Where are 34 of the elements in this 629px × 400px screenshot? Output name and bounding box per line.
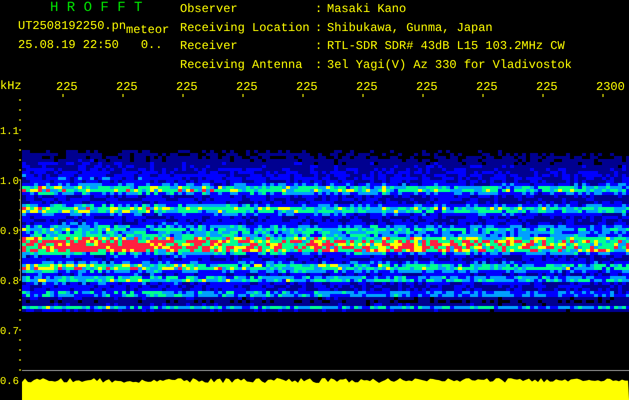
time-label: 225 bbox=[236, 80, 258, 94]
info-separator: : bbox=[315, 60, 324, 74]
frequency-label: 0.7 bbox=[0, 326, 19, 338]
time-label: 225 bbox=[416, 80, 438, 94]
time-label: 225 bbox=[176, 80, 198, 94]
info-value: Shibukawa, Gunma, Japan bbox=[327, 22, 494, 36]
app-title: H R O F F T bbox=[49, 0, 144, 16]
time-label: 225 bbox=[296, 80, 318, 94]
time-label: 2300 bbox=[596, 80, 625, 94]
counter: 0.. bbox=[140, 39, 162, 52]
info-label: Receiving Antenna bbox=[180, 60, 304, 74]
time-label: 225 bbox=[116, 80, 138, 94]
info-label: Observer bbox=[180, 4, 239, 18]
info-separator: : bbox=[315, 4, 324, 18]
info-value: Masaki Kano bbox=[327, 4, 408, 18]
file-name: UT2508192250.pn bbox=[18, 20, 126, 33]
frequency-label: 0.6 bbox=[0, 376, 19, 388]
info-value: 3el Yagi(V) Az 330 for Vladivostok bbox=[327, 60, 572, 74]
unit-label: kHz bbox=[0, 79, 22, 93]
info-value: RTL-SDR SDR# 43dB L15 103.2MHz CW bbox=[327, 41, 566, 55]
frequency-label: 1.1 bbox=[0, 126, 19, 138]
timestamp: 25.08.19 22:50 bbox=[18, 39, 119, 52]
time-label: 225 bbox=[356, 80, 378, 94]
info-separator: : bbox=[315, 41, 324, 55]
mode-label: meteor bbox=[126, 24, 170, 37]
time-label: 225 bbox=[536, 80, 558, 94]
info-separator: : bbox=[315, 22, 324, 36]
frequency-label: 0.9 bbox=[0, 226, 19, 238]
frequency-label: 1.0 bbox=[0, 176, 19, 188]
frequency-label: 0.8 bbox=[0, 276, 19, 288]
time-label: 225 bbox=[56, 80, 78, 94]
info-label: Receiving Location bbox=[180, 22, 311, 36]
time-label: 225 bbox=[476, 80, 498, 94]
info-label: Receiver bbox=[180, 41, 239, 55]
